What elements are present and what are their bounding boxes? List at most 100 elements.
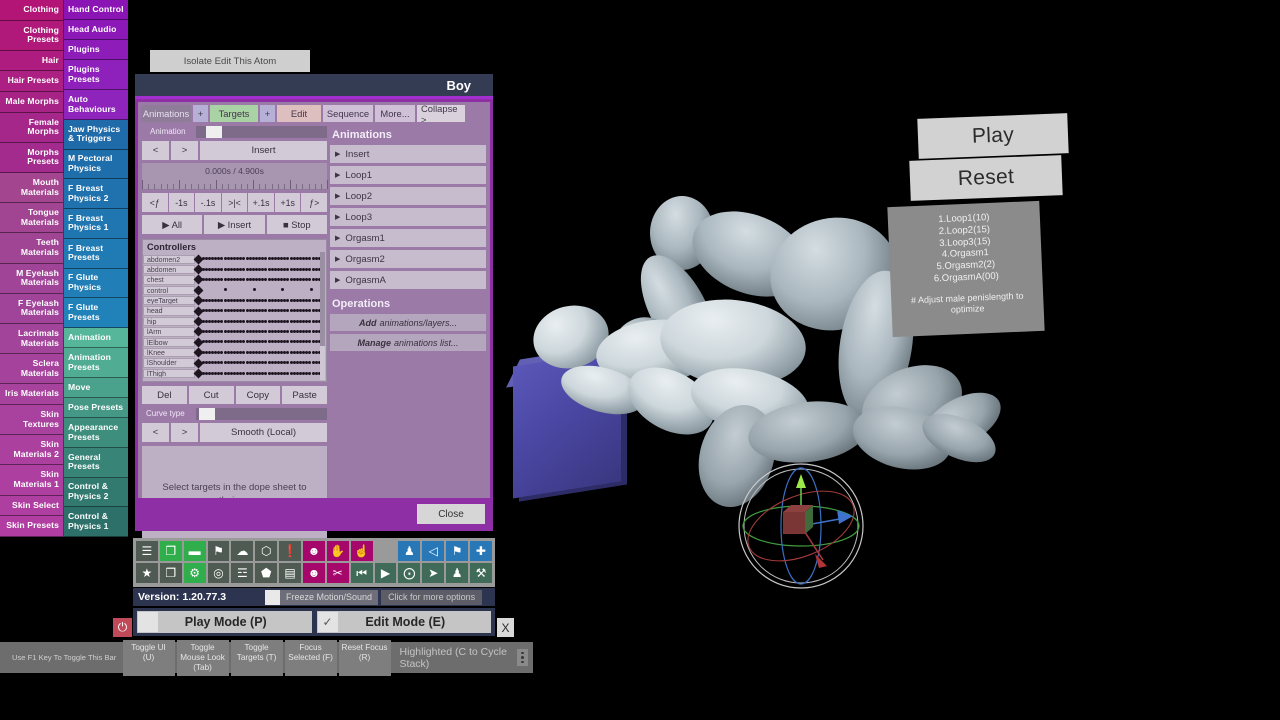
sidebar-item-skin-materials-1[interactable]: Skin Materials 1 <box>0 465 64 496</box>
controller-row[interactable]: abdomen2 <box>143 254 326 265</box>
keyframe[interactable] <box>220 330 224 334</box>
animation-item-loop2[interactable]: ▶ Loop2 <box>330 187 486 205</box>
sidebar-item-sclera-materials[interactable]: Sclera Materials <box>0 354 64 385</box>
sidebar-item-male-morphs[interactable]: Male Morphs <box>0 92 64 113</box>
keyframe[interactable] <box>286 319 290 323</box>
sidebar-item-clothing-presets[interactable]: Clothing Presets <box>0 20 64 51</box>
shield-icon[interactable]: ⬟ <box>255 563 278 583</box>
sidebar-item-hand-control[interactable]: Hand Control <box>64 0 128 21</box>
star-icon[interactable]: ★ <box>136 563 158 583</box>
freeze-motion-toggle[interactable]: Freeze Motion/Sound <box>265 589 379 605</box>
sidebar-item-f-eyelash-materials[interactable]: F Eyelash Materials <box>0 293 64 325</box>
keyframe[interactable] <box>286 361 290 365</box>
keyframe[interactable] <box>286 267 290 271</box>
more-options-button[interactable]: Click for more options <box>381 589 483 605</box>
keyframe[interactable] <box>220 267 224 271</box>
playback-button[interactable]: ■ Stop <box>266 215 327 234</box>
keyframe[interactable] <box>286 278 290 282</box>
curve-value-button[interactable]: Smooth (Local) <box>200 423 327 442</box>
keyframe[interactable] <box>264 340 268 344</box>
keyframe[interactable] <box>281 288 285 292</box>
curve-type-slider[interactable] <box>196 408 327 420</box>
sidebar-item-hair[interactable]: Hair <box>0 50 64 72</box>
package-icon[interactable]: ⬡ <box>255 541 278 561</box>
wrench-icon[interactable]: ✂ <box>326 563 349 583</box>
freeze-checkbox[interactable] <box>265 589 280 605</box>
prev-animation-button[interactable]: < <box>142 141 169 160</box>
current-animation-button[interactable]: Insert <box>200 141 327 160</box>
keyframe[interactable] <box>264 350 268 354</box>
controller-keyframe-track[interactable] <box>193 368 326 379</box>
animation-item-loop3[interactable]: ▶ Loop3 <box>330 208 486 226</box>
sidebar-item-f-glute-physics[interactable]: F Glute Physics <box>64 268 128 299</box>
keyframe[interactable] <box>308 330 312 334</box>
sidebar-item-m-eyelash-materials[interactable]: M Eyelash Materials <box>0 263 64 294</box>
keyframe[interactable] <box>264 267 268 271</box>
person-icon[interactable]: ♟ <box>398 541 421 561</box>
keyframe[interactable] <box>220 309 224 313</box>
keyframe[interactable] <box>242 309 246 313</box>
keyframe[interactable] <box>308 371 312 375</box>
sidebar-item-clothing[interactable]: Clothing <box>0 0 64 21</box>
keyframe[interactable] <box>308 278 312 282</box>
plus-icon[interactable]: ✚ <box>470 541 492 561</box>
open-scene-icon[interactable]: ❐ <box>159 541 182 561</box>
skip-back-icon[interactable]: ⏮ <box>350 563 373 583</box>
keyframe[interactable] <box>220 340 224 344</box>
controller-row[interactable]: control <box>143 285 326 296</box>
hud-play-button[interactable]: Play <box>917 113 1069 159</box>
keyframe[interactable] <box>264 319 268 323</box>
sidebar-item-m-pectoral-physics[interactable]: M Pectoral Physics <box>64 149 128 180</box>
tools-icon[interactable]: ⚒ <box>470 563 492 583</box>
expand-triangle-icon[interactable]: ▶ <box>335 255 340 263</box>
cloud-download-icon[interactable]: ☁ <box>231 541 254 561</box>
controller-row[interactable]: head <box>143 306 326 316</box>
camera-icon[interactable]: ◎ <box>207 563 230 583</box>
play-mode-button[interactable]: Play Mode (P) <box>137 611 312 633</box>
keyframe[interactable] <box>310 288 314 292</box>
expand-triangle-icon[interactable]: ▶ <box>335 171 340 179</box>
controller-keyframe-track[interactable] <box>193 337 326 348</box>
play-icon[interactable]: ▶ <box>374 563 397 583</box>
timeline-nav-button[interactable]: -.1s <box>195 193 221 212</box>
expand-triangle-icon[interactable]: ▶ <box>335 150 340 158</box>
sidebar-item-f-glute-presets[interactable]: F Glute Presets <box>64 298 128 329</box>
keyframe[interactable] <box>242 361 246 365</box>
sidebar-item-hair-presets[interactable]: Hair Presets <box>0 71 64 93</box>
sidebar-item-skin-materials-2[interactable]: Skin Materials 2 <box>0 435 64 466</box>
sidebar-item-general-presets[interactable]: General Presets <box>64 447 128 478</box>
keyframe[interactable] <box>220 371 224 375</box>
sidebar-item-f-breast-presets[interactable]: F Breast Presets <box>64 238 128 269</box>
group-icon[interactable]: ♟ <box>446 563 469 583</box>
animation-item-orgasm2[interactable]: ▶ Orgasm2 <box>330 250 486 268</box>
timeline-nav-button[interactable]: <ƒ <box>142 193 168 212</box>
edit-mode-checkbox[interactable]: ✓ <box>317 612 338 632</box>
target-icon[interactable]: ⨀ <box>398 563 421 583</box>
save-as-icon[interactable]: ❐ <box>159 563 182 583</box>
del-button[interactable]: Del <box>142 386 187 404</box>
keyframe-selected[interactable] <box>193 285 204 296</box>
share-icon[interactable]: ☲ <box>231 563 254 583</box>
sidebar-item-tongue-materials[interactable]: Tongue Materials <box>0 203 64 234</box>
controller-keyframe-track[interactable] <box>193 347 326 358</box>
curve-type-slider-knob[interactable] <box>198 408 215 420</box>
operation-manage-button[interactable]: Manage animations list... <box>330 334 486 351</box>
timeline-nav-button[interactable]: >|< <box>221 193 248 212</box>
controller-keyframe-track[interactable] <box>193 295 326 306</box>
tab-collapse[interactable]: Collapse > <box>417 103 465 125</box>
sidebar-item-skin-presets[interactable]: Skin Presets <box>0 516 64 537</box>
sidebar-item-iris-materials[interactable]: Iris Materials <box>0 384 64 406</box>
sidebar-item-jaw-physics-triggers[interactable]: Jaw Physics & Triggers <box>64 119 128 150</box>
close-button[interactable]: Close <box>417 504 485 524</box>
controller-row[interactable]: eyeTarget <box>143 295 326 306</box>
tab-sequence[interactable]: Sequence <box>323 105 373 122</box>
unity-icon[interactable]: ◁ <box>422 541 445 561</box>
dope-sheet[interactable]: Controllers abdomen2 abdomen chest control e… <box>142 239 327 382</box>
sidebar-item-plugins[interactable]: Plugins <box>64 40 128 61</box>
curve-prev-button[interactable]: < <box>142 423 169 442</box>
hud-reset-button[interactable]: Reset <box>909 155 1063 201</box>
controller-row[interactable]: lElbow <box>143 337 326 348</box>
operation-add-button[interactable]: Add animations/layers... <box>330 314 486 331</box>
timeline-nav-button[interactable]: ƒ> <box>301 193 328 212</box>
keyframe[interactable] <box>220 298 224 302</box>
